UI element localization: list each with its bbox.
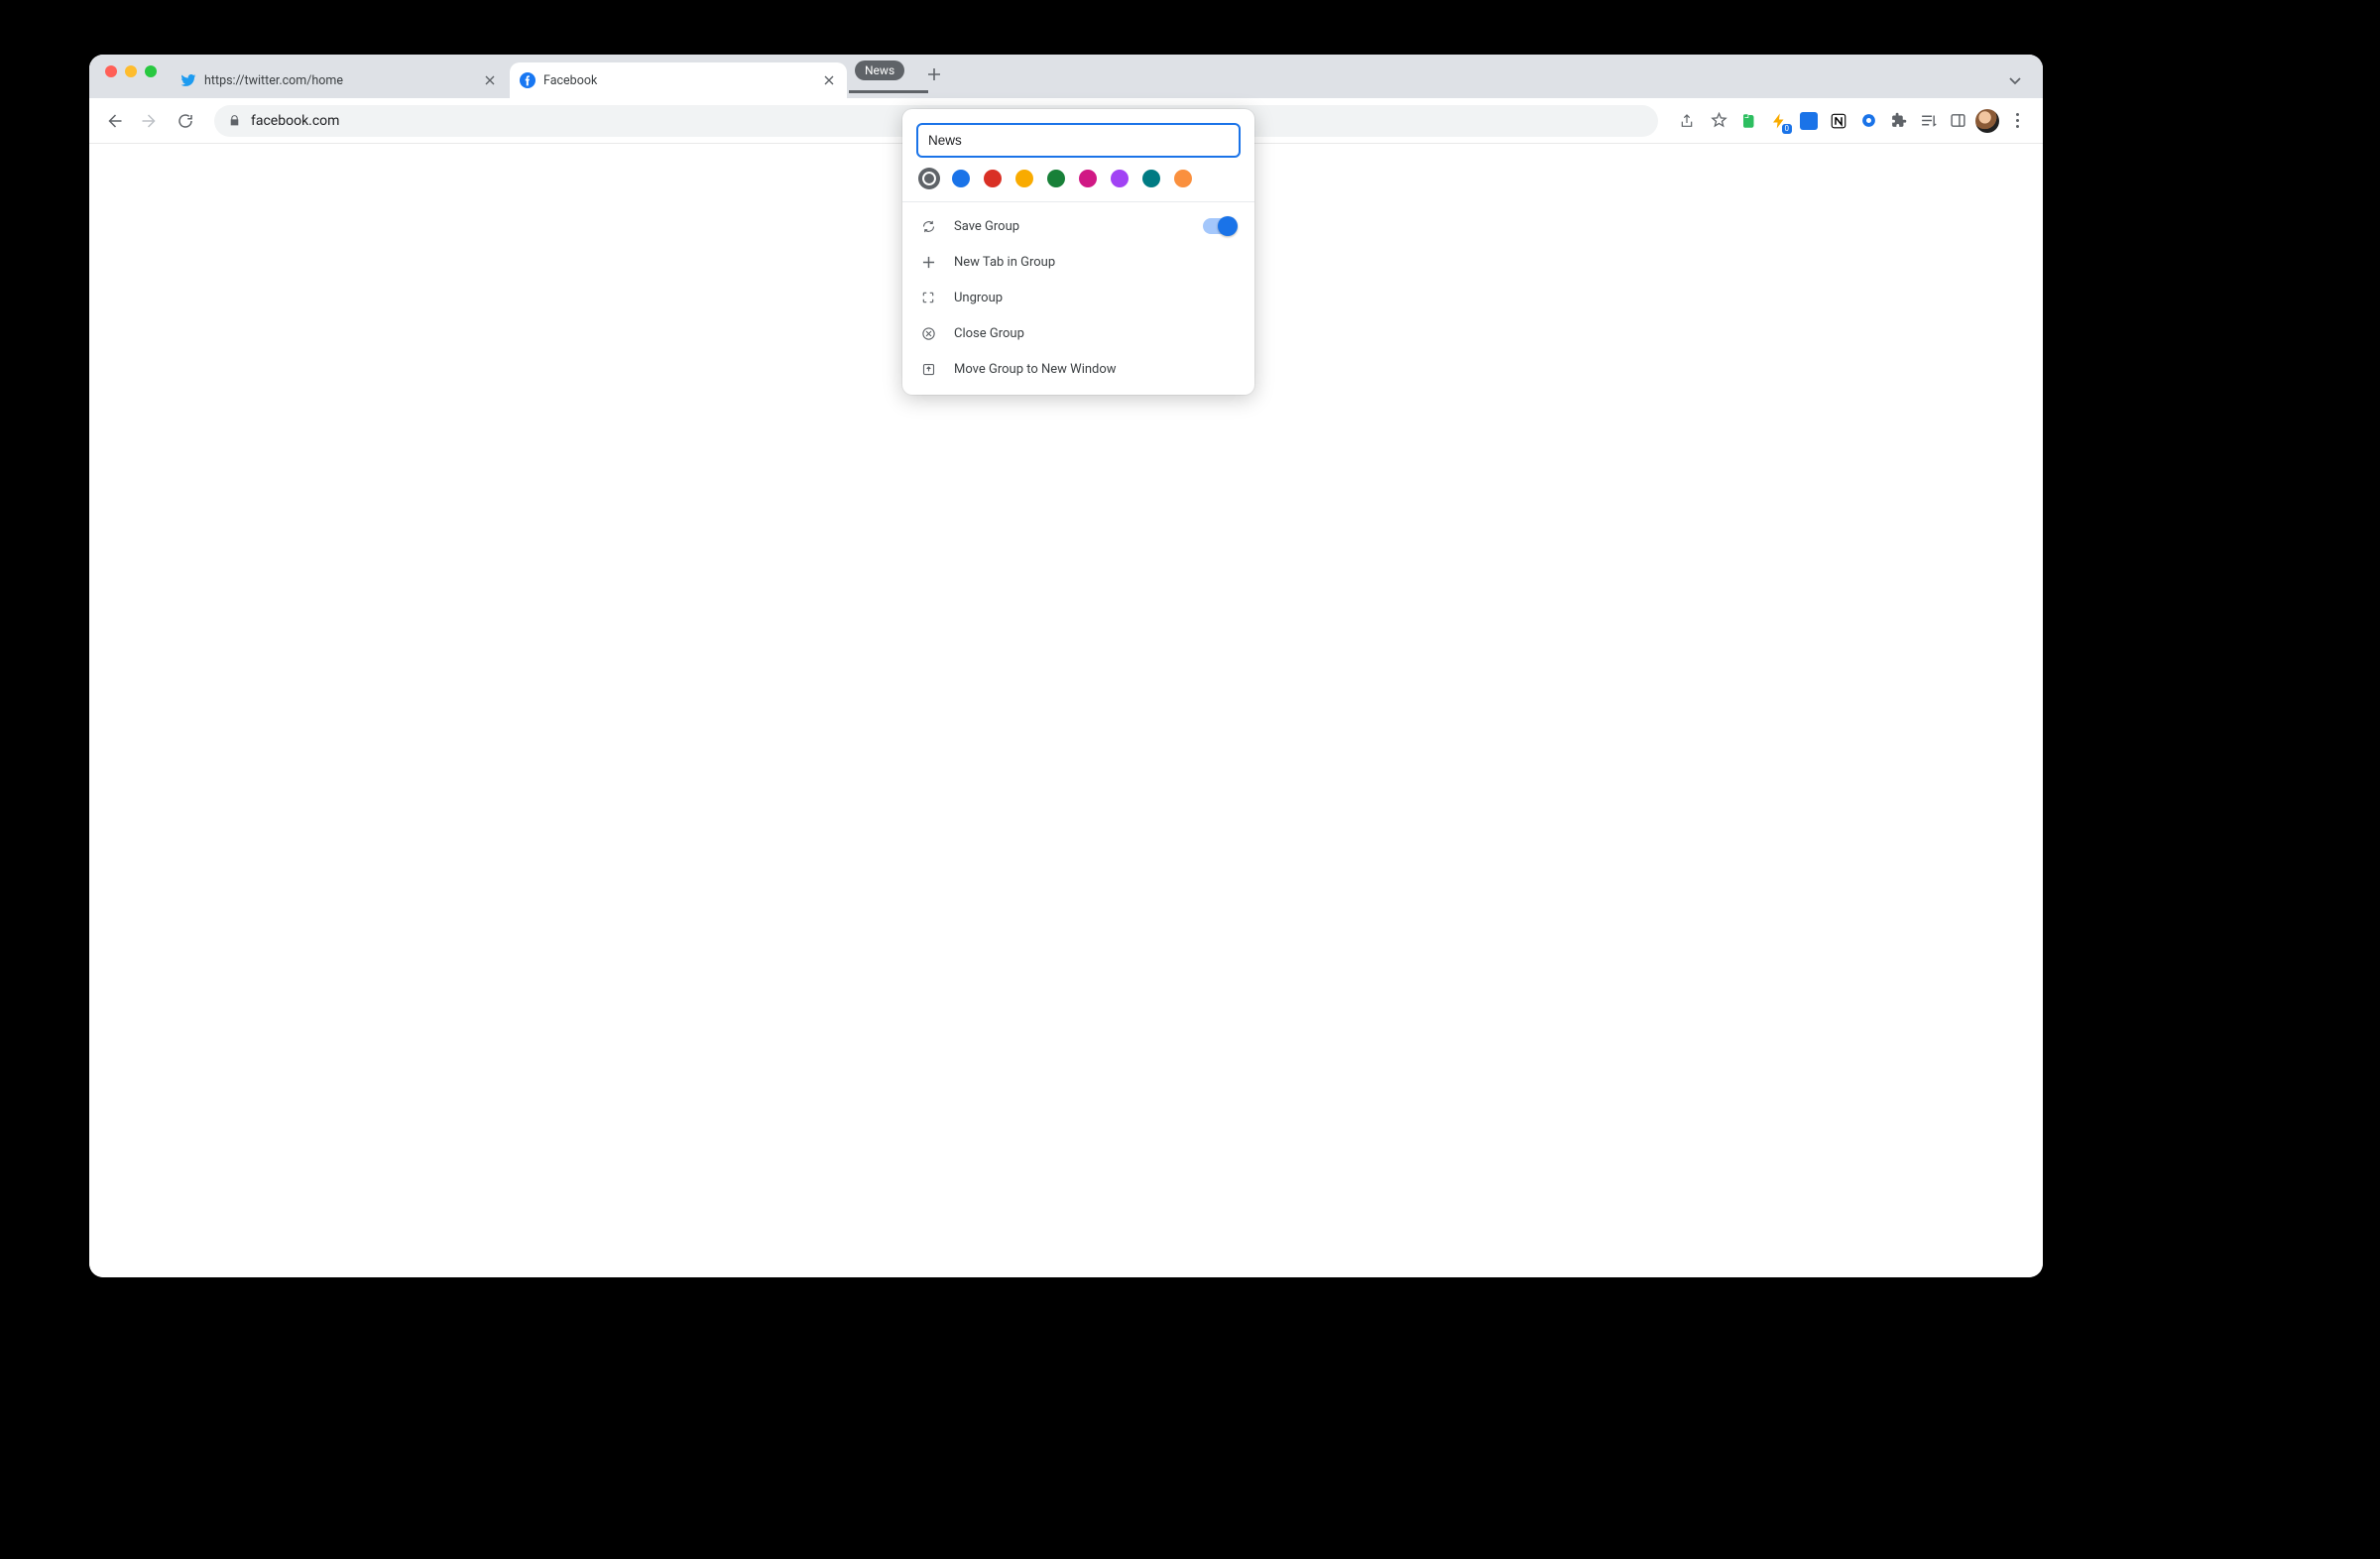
tab-title: Facebook [543, 73, 815, 88]
extension-badge-count: 0 [1782, 124, 1793, 134]
tab-group-menu: Save Group New Tab in Group Ungroup Clos… [902, 109, 1254, 395]
color-blue[interactable] [952, 170, 970, 187]
color-pink[interactable] [1079, 170, 1097, 187]
minimize-window-button[interactable] [125, 65, 137, 77]
forward-button[interactable] [135, 106, 165, 136]
tab-title: https://twitter.com/home [204, 73, 476, 88]
facebook-icon [520, 72, 536, 88]
color-orange[interactable] [1174, 170, 1192, 187]
close-tab-button[interactable] [482, 72, 498, 88]
window-controls [101, 65, 171, 87]
share-button[interactable] [1672, 106, 1702, 136]
menu-save-group[interactable]: Save Group [902, 208, 1254, 244]
tab-twitter[interactable]: https://twitter.com/home [171, 62, 508, 98]
back-button[interactable] [99, 106, 129, 136]
menu-label: Close Group [954, 326, 1237, 341]
color-purple[interactable] [1111, 170, 1129, 187]
toolbar-right: 0 [1672, 106, 2033, 136]
tab-facebook[interactable]: Facebook [510, 62, 847, 98]
save-group-toggle[interactable] [1203, 218, 1237, 234]
tab-search-button[interactable] [2003, 68, 2027, 92]
color-green[interactable] [1047, 170, 1065, 187]
sync-icon [920, 218, 936, 234]
group-name-input[interactable] [916, 123, 1241, 158]
new-tab-button[interactable] [920, 60, 948, 88]
menu-move-group-new-window[interactable]: Move Group to New Window [902, 351, 1254, 387]
profile-avatar[interactable] [1973, 107, 2001, 135]
color-cyan[interactable] [1142, 170, 1160, 187]
browser-window: https://twitter.com/home Facebook News [89, 55, 2043, 1277]
color-grey[interactable] [920, 170, 938, 187]
color-red[interactable] [984, 170, 1002, 187]
url-text: facebook.com [251, 113, 339, 129]
menu-label: New Tab in Group [954, 255, 1237, 270]
maximize-window-button[interactable] [145, 65, 157, 77]
tab-group-label: News [865, 63, 894, 77]
tab-strip: https://twitter.com/home Facebook News [89, 55, 2043, 98]
bookmark-button[interactable] [1704, 106, 1733, 136]
menu-new-tab-in-group[interactable]: New Tab in Group [902, 244, 1254, 280]
close-circle-icon [920, 325, 936, 341]
twitter-icon [180, 72, 196, 88]
tab-group-pill[interactable]: News [855, 60, 904, 80]
new-window-icon [920, 361, 936, 377]
menu-label: Ungroup [954, 291, 1237, 305]
ungroup-icon [920, 290, 936, 305]
chrome-menu-button[interactable] [2003, 107, 2031, 135]
extension-blue-icon[interactable] [1795, 107, 1823, 135]
lock-icon [228, 114, 241, 127]
extensions-menu-button[interactable] [1884, 107, 1912, 135]
menu-ungroup[interactable]: Ungroup [902, 280, 1254, 315]
side-panel-icon[interactable] [1944, 107, 1971, 135]
plus-icon [920, 254, 936, 270]
extension-evernote-icon[interactable] [1735, 107, 1763, 135]
menu-label: Move Group to New Window [954, 362, 1237, 377]
reading-list-icon[interactable] [1914, 107, 1942, 135]
close-tab-button[interactable] [821, 72, 837, 88]
menu-label: Save Group [954, 219, 1185, 234]
extension-badge-icon[interactable]: 0 [1765, 107, 1793, 135]
reload-button[interactable] [171, 106, 200, 136]
color-yellow[interactable] [1015, 170, 1033, 187]
close-window-button[interactable] [105, 65, 117, 77]
extension-gear-icon[interactable] [1854, 107, 1882, 135]
extension-notion-icon[interactable] [1825, 107, 1852, 135]
tab-group-underline [849, 90, 928, 93]
group-color-picker [902, 168, 1254, 201]
divider [902, 201, 1254, 202]
menu-close-group[interactable]: Close Group [902, 315, 1254, 351]
tab-strip-right [2003, 68, 2033, 98]
